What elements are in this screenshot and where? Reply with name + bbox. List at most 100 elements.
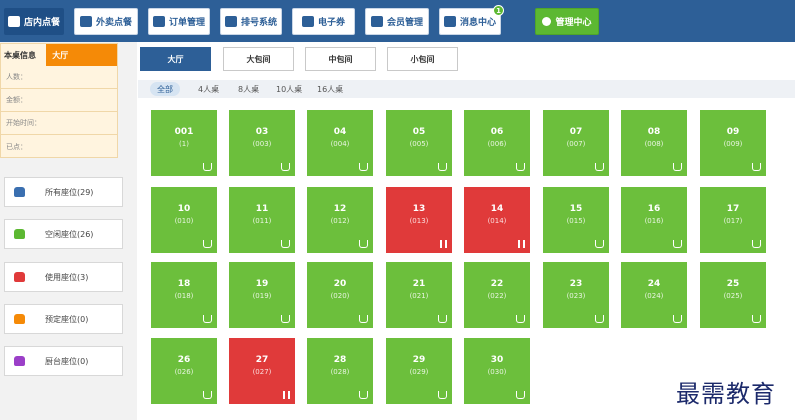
table-tile[interactable]: 14 (014) xyxy=(464,187,530,253)
table-number: 29 xyxy=(412,355,426,365)
filter-reserved-seats[interactable]: 预定座位(0) xyxy=(4,304,123,334)
teacup-icon xyxy=(438,163,447,171)
queue-icon xyxy=(224,16,237,27)
size-filter-8[interactable]: 8人桌 xyxy=(238,82,259,96)
table-tile[interactable]: 23 (023) xyxy=(543,262,609,328)
filter-all-seats[interactable]: 所有座位(29) xyxy=(4,177,123,207)
teacup-icon xyxy=(673,315,682,323)
table-number: 30 xyxy=(490,355,504,365)
nav-label: 外卖点餐 xyxy=(95,18,132,28)
table-tile[interactable]: 08 (008) xyxy=(621,110,687,176)
table-tile[interactable]: 25 (025) xyxy=(700,262,766,328)
nav-delivery-button[interactable]: 外卖点餐 xyxy=(74,8,138,35)
teacup-icon xyxy=(281,163,290,171)
table-code: (026) xyxy=(174,368,194,376)
room-tab-hall[interactable]: 大厅 xyxy=(140,47,211,71)
table-tile[interactable]: 22 (022) xyxy=(464,262,530,328)
table-number: 25 xyxy=(726,279,740,289)
table-number: 21 xyxy=(412,279,426,289)
table-tile[interactable]: 30 (030) xyxy=(464,338,530,404)
teacup-icon xyxy=(516,391,525,399)
table-tile[interactable]: 07 (007) xyxy=(543,110,609,176)
table-tile[interactable]: 24 (024) xyxy=(621,262,687,328)
table-tile[interactable]: 05 (005) xyxy=(386,110,452,176)
table-number: 26 xyxy=(177,355,191,365)
room-tab-small-room[interactable]: 小包间 xyxy=(387,47,458,71)
teacup-icon xyxy=(752,315,761,323)
table-tile[interactable]: 13 (013) xyxy=(386,187,452,253)
teacup-icon xyxy=(438,391,447,399)
table-tile[interactable]: 26 (026) xyxy=(151,338,217,404)
table-number: 09 xyxy=(726,127,740,137)
table-tile[interactable]: 18 (018) xyxy=(151,262,217,328)
teacup-icon xyxy=(516,315,525,323)
filter-used-seats[interactable]: 使用座位(3) xyxy=(4,262,123,292)
watermark: 最需教育 xyxy=(676,380,776,408)
seat-icon xyxy=(14,356,25,366)
table-tile[interactable]: 001 (1) xyxy=(151,110,217,176)
table-number: 08 xyxy=(647,127,661,137)
table-tile[interactable]: 11 (011) xyxy=(229,187,295,253)
table-number: 24 xyxy=(647,279,661,289)
info-area-tab[interactable]: 大厅 xyxy=(46,44,117,66)
info-row-guests: 人数： xyxy=(1,66,117,89)
filter-free-seats[interactable]: 空闲座位(26) xyxy=(4,219,123,249)
table-tile[interactable]: 04 (004) xyxy=(307,110,373,176)
teacup-icon xyxy=(752,240,761,248)
message-count-badge: 1 xyxy=(493,5,504,16)
table-number: 12 xyxy=(333,204,347,214)
room-tab-medium-room[interactable]: 中包间 xyxy=(305,47,376,71)
filter-counter-seats[interactable]: 厨台座位(0) xyxy=(4,346,123,376)
size-filter-16[interactable]: 16人桌 xyxy=(317,82,343,96)
nav-label: 订单管理 xyxy=(168,18,205,28)
table-tile[interactable]: 19 (019) xyxy=(229,262,295,328)
table-tile[interactable]: 17 (017) xyxy=(700,187,766,253)
table-number: 19 xyxy=(255,279,269,289)
table-code: (014) xyxy=(487,217,507,225)
table-tile[interactable]: 10 (010) xyxy=(151,187,217,253)
cutlery-icon xyxy=(283,391,290,399)
size-filter-4[interactable]: 4人桌 xyxy=(198,82,219,96)
table-tile[interactable]: 16 (016) xyxy=(621,187,687,253)
teacup-icon xyxy=(595,240,604,248)
teacup-icon xyxy=(752,163,761,171)
teacup-icon xyxy=(203,391,212,399)
nav-dine-in-button[interactable]: 店内点餐 xyxy=(4,8,64,35)
nav-orders-button[interactable]: 订单管理 xyxy=(148,8,210,35)
cutlery-icon xyxy=(518,240,525,248)
seat-icon xyxy=(14,229,25,239)
teacup-icon xyxy=(281,315,290,323)
table-tile[interactable]: 15 (015) xyxy=(543,187,609,253)
teacup-icon xyxy=(359,163,368,171)
table-info-panel: 本桌信息 大厅 人数： 金额： 开始时间： 已点： xyxy=(0,43,118,158)
info-title: 本桌信息 xyxy=(4,50,36,60)
table-tile[interactable]: 28 (028) xyxy=(307,338,373,404)
table-code: (009) xyxy=(723,140,743,148)
table-tile[interactable]: 12 (012) xyxy=(307,187,373,253)
nav-message-button[interactable]: 消息中心 1 xyxy=(439,5,504,35)
table-number: 06 xyxy=(490,127,504,137)
nav-label: 消息中心 xyxy=(459,18,496,28)
table-tile[interactable]: 29 (029) xyxy=(386,338,452,404)
nav-member-button[interactable]: 会员管理 xyxy=(365,8,429,35)
room-tab-large-room[interactable]: 大包间 xyxy=(223,47,294,71)
size-filter-all[interactable]: 全部 xyxy=(150,82,180,96)
table-code: (022) xyxy=(487,292,507,300)
seat-icon xyxy=(14,187,25,197)
table-number: 13 xyxy=(412,204,426,214)
seat-filter-label: 使用座位(3) xyxy=(45,272,89,282)
nav-coupon-button[interactable]: 电子券 xyxy=(292,8,355,35)
table-code: (023) xyxy=(566,292,586,300)
table-tile[interactable]: 06 (006) xyxy=(464,110,530,176)
teacup-icon xyxy=(359,240,368,248)
nav-queue-button[interactable]: 排号系统 xyxy=(220,8,282,35)
nav-admin-button[interactable]: 管理中心 xyxy=(535,8,599,35)
table-tile[interactable]: 27 (027) xyxy=(229,338,295,404)
table-number: 03 xyxy=(255,127,269,137)
nav-label: 电子券 xyxy=(317,18,345,28)
table-tile[interactable]: 09 (009) xyxy=(700,110,766,176)
table-tile[interactable]: 03 (003) xyxy=(229,110,295,176)
table-tile[interactable]: 21 (021) xyxy=(386,262,452,328)
table-tile[interactable]: 20 (020) xyxy=(307,262,373,328)
size-filter-10[interactable]: 10人桌 xyxy=(276,82,302,96)
